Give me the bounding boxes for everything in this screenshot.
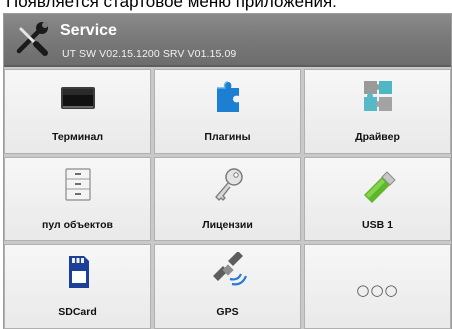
- app-title: Service: [60, 22, 117, 39]
- puzzle-pieces-icon: [363, 81, 392, 111]
- service-app-window: Service UT SW V02.15.1200 SRV V01.15.09 …: [3, 13, 452, 329]
- tile-label: Драйвер: [355, 131, 400, 143]
- tile-label: Терминал: [51, 131, 104, 143]
- usb-stick-icon: [363, 170, 396, 203]
- monitor-icon: [60, 87, 95, 109]
- tile-label: USB 1: [362, 218, 393, 231]
- tile-object-pool[interactable]: пул объектов: [4, 156, 151, 242]
- sd-card-icon: [68, 256, 89, 289]
- tile-plugins[interactable]: Плагины: [154, 69, 301, 154]
- drawer-cabinet-icon: [64, 168, 91, 201]
- puzzle-piece-icon: [216, 81, 239, 112]
- tile-label: пул объектов: [41, 218, 113, 231]
- tile-gps[interactable]: GPS: [154, 244, 301, 329]
- tile-driver[interactable]: Драйвер: [304, 69, 451, 154]
- menu-grid: Терминал Плагины Драйвер пул объектов Ли…: [4, 69, 451, 329]
- tile-label: Лицензии: [202, 218, 253, 231]
- app-header: Service UT SW V02.15.1200 SRV V01.15.09: [4, 14, 451, 67]
- tile-label: GPS: [216, 306, 239, 319]
- tile-label: SDCard: [58, 306, 97, 319]
- tile-more[interactable]: ○○○: [304, 244, 451, 329]
- tile-sdcard[interactable]: SDCard: [4, 244, 151, 329]
- key-icon: [214, 167, 243, 201]
- tile-label: Плагины: [204, 131, 251, 143]
- more-icon: ○○○: [356, 281, 399, 300]
- wrench-screwdriver-icon: [16, 22, 48, 56]
- satellite-icon: [212, 252, 247, 286]
- tile-licenses[interactable]: Лицензии: [154, 156, 301, 242]
- version-info: UT SW V02.15.1200 SRV V01.15.09: [62, 48, 237, 60]
- page-caption: Появляется стартовое меню приложения:: [6, 0, 337, 11]
- tile-terminal[interactable]: Терминал: [4, 69, 151, 154]
- tile-usb[interactable]: USB 1: [304, 156, 451, 242]
